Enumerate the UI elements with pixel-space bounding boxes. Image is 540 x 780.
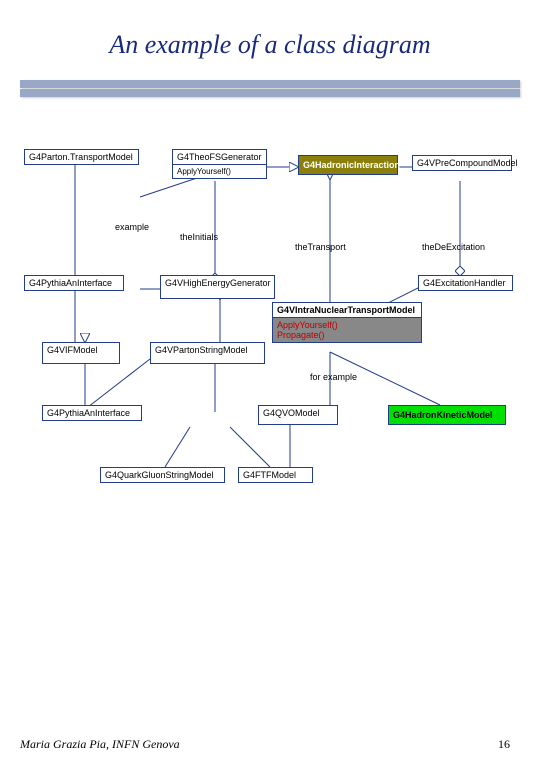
class-label: G4VIntraNuclearTransportModel: [273, 303, 421, 318]
class-theo-fs-generator: G4TheoFSGenerator ApplyYourself(): [172, 149, 267, 179]
page-number: 16: [498, 737, 510, 752]
class-parton-transport: G4Parton.TransportModel: [24, 149, 139, 165]
class-method: Propagate(): [277, 330, 417, 340]
class-label: G4VPreCompoundModel: [417, 158, 518, 168]
relation-label: theDeExcitation: [422, 242, 485, 252]
footer-author: Maria Grazia Pia, INFN Genova: [20, 737, 180, 752]
class-vparton-string: G4VPartonStringModel: [150, 342, 265, 364]
class-label: G4ExcitationHandler: [423, 278, 506, 288]
class-ftf-model: G4FTFModel: [238, 467, 313, 483]
relation-label: theInitials: [180, 232, 218, 242]
class-label: G4HadronicInteraction: [303, 160, 400, 170]
class-label: G4Parton.TransportModel: [29, 152, 133, 162]
relation-label: theTransport: [295, 242, 346, 252]
class-label: G4QuarkGluonStringModel: [105, 470, 214, 480]
class-qvq-model: G4QVOModel: [258, 405, 338, 425]
class-hadronic-interaction: G4HadronicInteraction: [298, 155, 398, 175]
class-label: G4HadronKineticModel: [393, 410, 493, 420]
class-pythia-a: G4PythiaAnInterface: [24, 275, 124, 291]
relation-label: example: [115, 222, 149, 232]
footer: Maria Grazia Pia, INFN Genova 16: [20, 737, 510, 752]
class-vintra-nuclear: G4VIntraNuclearTransportModel ApplyYours…: [272, 302, 422, 343]
class-pythia-n: G4PythiaAnInterface: [42, 405, 142, 421]
class-label: G4VIFModel: [47, 345, 98, 355]
class-label: G4FTFModel: [243, 470, 296, 480]
class-vhigh-energy: G4VHighEnergyGenerator: [160, 275, 275, 299]
class-diagram: G4Parton.TransportModel G4TheoFSGenerato…: [20, 127, 520, 547]
class-vif-model: G4VIFModel: [42, 342, 120, 364]
class-label: G4VHighEnergyGenerator: [165, 278, 271, 288]
class-label: G4QVOModel: [263, 408, 320, 418]
class-label: G4PythiaAnInterface: [47, 408, 130, 418]
slide: An example of a class diagram: [0, 0, 540, 780]
class-method: ApplyYourself(): [173, 164, 266, 178]
class-label: G4PythiaAnInterface: [29, 278, 112, 288]
class-hadron-kinetic: G4HadronKineticModel: [388, 405, 506, 425]
slide-title: An example of a class diagram: [20, 30, 520, 60]
class-label: G4VPartonStringModel: [155, 345, 248, 355]
relation-label: for example: [310, 372, 357, 382]
class-vpre-compound: G4VPreCompoundModel: [412, 155, 512, 171]
class-excitation-handler: G4ExcitationHandler: [418, 275, 513, 291]
title-divider: [20, 80, 520, 97]
connector-lines: [20, 127, 520, 547]
class-quark-gluon: G4QuarkGluonStringModel: [100, 467, 225, 483]
class-method: ApplyYourself(): [277, 320, 417, 330]
class-label: G4TheoFSGenerator: [177, 152, 262, 162]
